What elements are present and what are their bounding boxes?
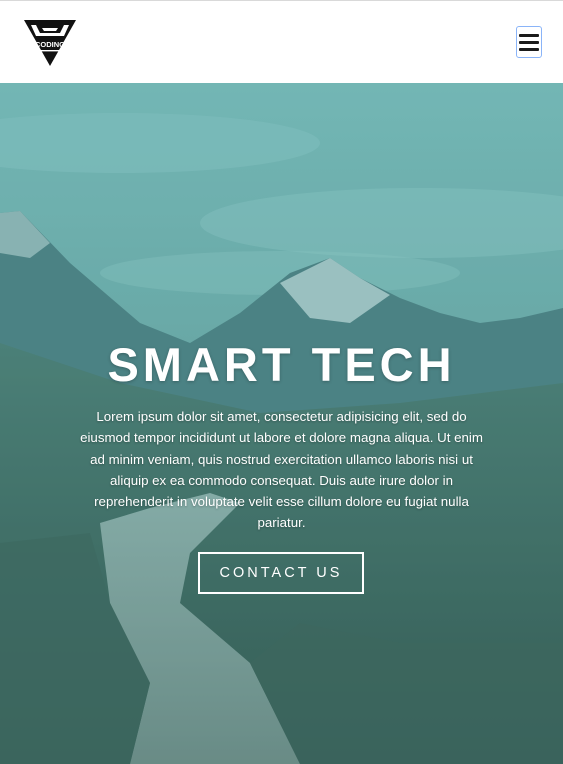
contact-us-button[interactable]: CONTACT US xyxy=(198,552,364,594)
hero-title: SMART TECH xyxy=(107,338,456,391)
logo-icon: CODING xyxy=(24,20,76,66)
hero-description: Lorem ipsum dolor sit amet, consectetur … xyxy=(80,409,483,531)
navbar: CODING xyxy=(0,0,563,83)
logo-text: CODING xyxy=(35,40,65,49)
hero-section: SMART TECH Lorem ipsum dolor sit amet, c… xyxy=(0,83,563,764)
hamburger-icon xyxy=(519,33,539,51)
menu-button[interactable] xyxy=(516,26,542,58)
logo[interactable]: CODING xyxy=(24,20,76,66)
page: CODING SMART TECH Lorem ipsum dolor sit … xyxy=(0,0,563,764)
